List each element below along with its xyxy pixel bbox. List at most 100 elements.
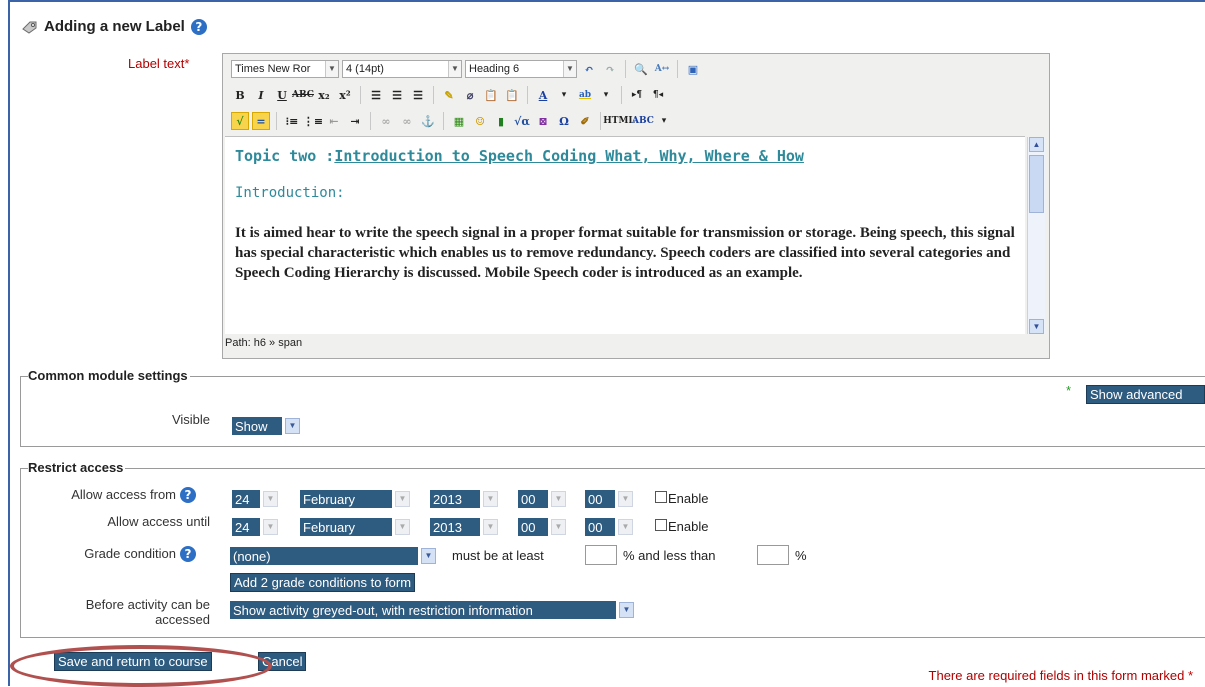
from-hour-select[interactable]: 00 ▼ [518,490,566,508]
until-day-select[interactable]: 24 ▼ [232,518,278,536]
outdent-icon[interactable]: ⇤ [325,112,343,130]
fullscreen-icon[interactable]: ▣ [684,60,702,78]
redo-icon[interactable]: ↷ [601,60,619,78]
image-icon[interactable]: ▦ [450,112,468,130]
media-icon[interactable]: ▮ [492,112,510,130]
grade-max-input[interactable] [757,545,789,565]
from-month-select[interactable]: February ▼ [300,490,410,508]
format-value: Heading 6 [469,63,520,75]
paste-text-icon[interactable]: 📋 [482,86,500,104]
rtl-icon[interactable]: ¶◂ [649,86,667,104]
replace-icon[interactable]: A↔ [653,60,671,78]
until-enable-checkbox[interactable] [655,519,667,531]
text-color-icon[interactable]: A [534,86,552,104]
visible-select[interactable]: Show ▼ [232,417,300,435]
chevron-down-icon: ▼ [551,519,566,535]
special-char-icon[interactable]: Ω [555,112,573,130]
equal-icon[interactable]: = [252,112,270,130]
equation-icon[interactable]: √α [513,112,531,130]
eraser-icon[interactable]: ⌀ [461,86,479,104]
align-right-icon[interactable]: ☰ [409,86,427,104]
chevron-down-icon: ▼ [619,602,634,618]
html-source-icon[interactable]: HTML [603,112,635,130]
before-activity-label-1: Before activity can be [85,597,210,612]
find-icon[interactable]: 🔍 [632,60,650,78]
visible-label: Visible [171,412,210,427]
chevron-down-icon: ▼ [618,519,633,535]
emoticon-icon[interactable]: ☺ [471,112,489,130]
percent-label: % [795,548,807,563]
chevron-down-icon[interactable]: ▾ [655,112,673,130]
chevron-down-icon: ▼ [285,418,300,434]
indent-icon[interactable]: ⇥ [346,112,364,130]
spellcheck-icon[interactable]: ABC [632,112,654,130]
align-left-icon[interactable]: ☰ [367,86,385,104]
chevron-down-icon: ▼ [483,491,498,507]
underline-button[interactable]: U [273,86,291,104]
chevron-down-icon: ▼ [448,61,461,77]
rich-text-editor[interactable]: Times New Ror ▼ 4 (14pt) ▼ Heading 6 ▼ ↶ ↷ … [222,53,1050,359]
until-minute-select[interactable]: 00 ▼ [585,518,633,536]
scroll-thumb[interactable] [1029,155,1044,213]
from-day-select[interactable]: 24 ▼ [232,490,278,508]
font-size-select[interactable]: 4 (14pt) ▼ [342,60,462,78]
advanced-star-icon: * [1066,383,1072,398]
required-fields-note: There are required fields in this form m… [929,668,1193,683]
label-text-label: Label text* [128,56,189,71]
check-icon[interactable]: √ [231,112,249,130]
intro-heading: Introduction: [235,185,345,201]
ltr-icon[interactable]: ▸¶ [628,86,646,104]
grade-min-input[interactable] [585,545,617,565]
numbered-list-icon[interactable]: ⋮≡ [303,112,323,130]
edit-icon[interactable]: ✐ [576,112,594,130]
show-advanced-button[interactable]: Show advanced [1086,385,1205,404]
help-icon[interactable]: ? [180,546,196,562]
format-select[interactable]: Heading 6 ▼ [465,60,577,78]
strikethrough-button[interactable]: ABC [292,86,314,104]
toolbar-separator [443,112,444,130]
chevron-down-icon[interactable]: ▾ [597,86,615,104]
from-year-select[interactable]: 2013 ▼ [430,490,498,508]
before-activity-value: Show activity greyed-out, with restricti… [233,602,533,618]
chevron-down-icon: ▼ [551,491,566,507]
superscript-button[interactable]: x² [336,86,354,104]
italic-button[interactable]: I [252,86,270,104]
editor-content-area[interactable]: Topic two :Introduction to Speech Coding… [225,136,1025,334]
before-activity-select[interactable]: Show activity greyed-out, with restricti… [230,601,634,619]
until-month-select[interactable]: February ▼ [300,518,410,536]
subscript-button[interactable]: x₂ [315,86,333,104]
scroll-down-icon[interactable]: ▼ [1029,319,1044,334]
from-year-value: 2013 [433,491,462,507]
editor-scrollbar[interactable]: ▲ ▼ [1027,137,1045,334]
link-icon[interactable]: ∞ [377,112,395,130]
help-icon[interactable]: ? [190,18,207,35]
cleanup-icon[interactable]: ✎ [440,86,458,104]
from-hour-value: 00 [521,491,536,507]
font-family-select[interactable]: Times New Ror ▼ [231,60,339,78]
highlight-color-icon[interactable]: ab [576,86,594,104]
common-settings-legend: Common module settings [28,368,190,383]
less-than-label: % and less than [623,548,716,563]
paste-word-icon[interactable]: 📋 [503,86,521,104]
font-size-value: 4 (14pt) [346,63,384,75]
from-enable-checkbox[interactable] [655,491,667,503]
help-icon[interactable]: ? [180,487,196,503]
bold-button[interactable]: B [231,86,249,104]
bullet-list-icon[interactable]: ⁝≡ [283,112,301,130]
chevron-down-icon[interactable]: ▾ [555,86,573,104]
required-star-icon: * [184,56,190,71]
anchor-icon[interactable]: ⚓ [419,112,437,130]
from-minute-select[interactable]: 00 ▼ [585,490,633,508]
align-center-icon[interactable]: ☰ [388,86,406,104]
undo-icon[interactable]: ↶ [580,60,598,78]
grade-item-select[interactable]: (none) ▼ [230,547,436,565]
toolbar-separator [527,86,528,104]
until-year-select[interactable]: 2013 ▼ [430,518,498,536]
until-hour-select[interactable]: 00 ▼ [518,518,566,536]
chevron-down-icon: ▼ [263,491,278,507]
add-grade-conditions-button[interactable]: Add 2 grade conditions to form [230,573,416,592]
scroll-up-icon[interactable]: ▲ [1029,137,1044,152]
nolink-icon[interactable]: ⊠ [534,112,552,130]
unlink-icon[interactable]: ∞ [398,112,416,130]
highlight-oval-annotation [10,645,272,687]
